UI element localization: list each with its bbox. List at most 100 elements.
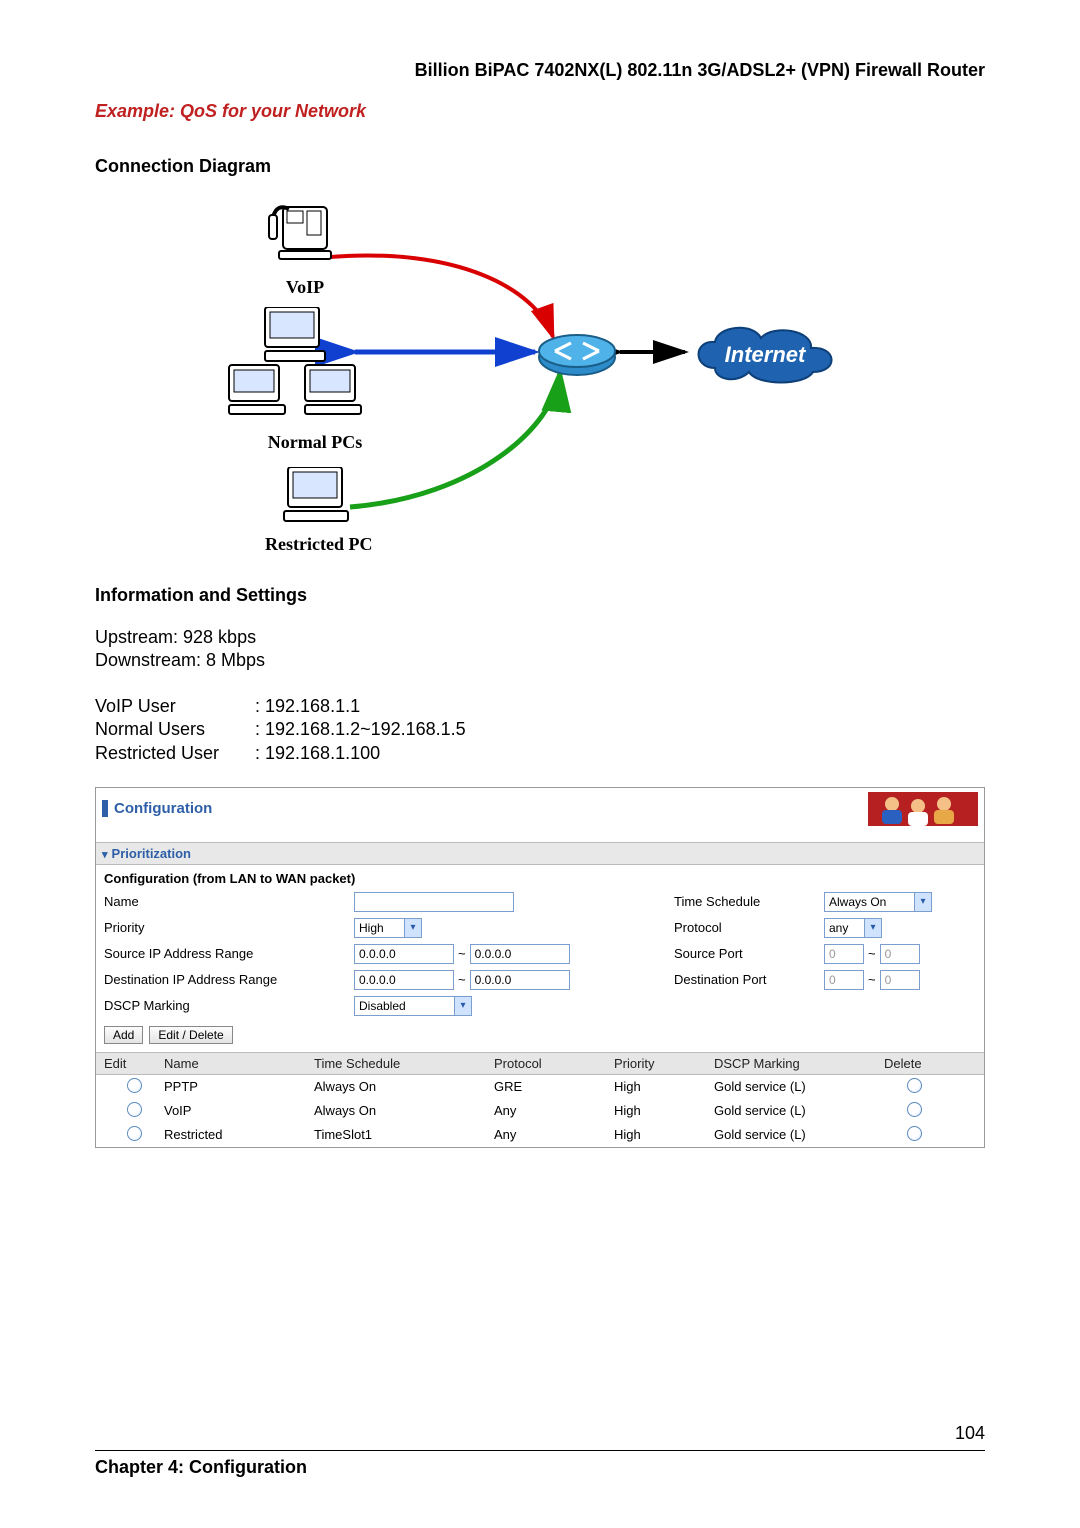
page-number: 104 (955, 1423, 985, 1444)
src-range-label: Source IP Address Range (104, 946, 354, 961)
protocol-label: Protocol (674, 920, 824, 935)
tilde-icon: ~ (458, 946, 466, 961)
connection-diagram-heading: Connection Diagram (95, 156, 985, 177)
col-dscp: DSCP Marking (714, 1056, 884, 1071)
voip-user-label: VoIP User (95, 695, 255, 718)
edit-delete-button[interactable]: Edit / Delete (149, 1026, 232, 1044)
edit-radio[interactable] (127, 1126, 142, 1141)
normal-users-value: : 192.168.1.2~192.168.1.5 (255, 718, 466, 741)
tilde-icon: ~ (458, 972, 466, 987)
src-ip-to-input[interactable] (470, 944, 570, 964)
form-title: Configuration (from LAN to WAN packet) (104, 871, 984, 886)
col-delete: Delete (884, 1056, 944, 1071)
cell-dscp: Gold service (L) (714, 1127, 884, 1142)
dst-port-label: Destination Port (674, 972, 824, 987)
chevron-down-icon[interactable]: ▾ (404, 918, 422, 938)
chapter-label: Chapter 4: Configuration (95, 1457, 307, 1478)
dscp-value[interactable] (354, 996, 454, 1016)
col-edit: Edit (104, 1056, 164, 1071)
dst-range-label: Destination IP Address Range (104, 972, 354, 987)
cell-protocol: Any (494, 1127, 614, 1142)
table-row: PPTP Always On GRE High Gold service (L) (96, 1075, 984, 1099)
cell-priority: High (614, 1103, 714, 1118)
cell-name: Restricted (164, 1127, 314, 1142)
priority-select[interactable]: ▾ (354, 918, 474, 938)
rules-header: Edit Name Time Schedule Protocol Priorit… (96, 1052, 984, 1075)
delete-radio[interactable] (907, 1126, 922, 1141)
voip-label: VoIP (265, 277, 345, 298)
dst-ip-to-input[interactable] (470, 970, 570, 990)
col-protocol: Protocol (494, 1056, 614, 1071)
src-port-from-input[interactable] (824, 944, 864, 964)
cell-name: VoIP (164, 1103, 314, 1118)
info-heading: Information and Settings (95, 585, 985, 606)
voip-device: VoIP (265, 197, 345, 298)
cell-dscp: Gold service (L) (714, 1079, 884, 1094)
normal-users-label: Normal Users (95, 718, 255, 741)
doc-header: Billion BiPAC 7402NX(L) 802.11n 3G/ADSL2… (95, 60, 985, 81)
info-users: VoIP User : 192.168.1.1 Normal Users : 1… (95, 695, 985, 765)
priority-value[interactable] (354, 918, 404, 938)
chevron-down-icon[interactable]: ▾ (454, 996, 472, 1016)
people-icon (868, 792, 978, 826)
edit-radio[interactable] (127, 1102, 142, 1117)
src-port-label: Source Port (674, 946, 824, 961)
priority-label: Priority (104, 920, 354, 935)
router-icon (535, 327, 619, 386)
time-schedule-label: Time Schedule (674, 894, 824, 909)
dscp-select[interactable]: ▾ (354, 996, 674, 1016)
protocol-select[interactable]: ▾ (824, 918, 984, 938)
col-time-schedule: Time Schedule (314, 1056, 494, 1071)
time-schedule-value[interactable] (824, 892, 914, 912)
dst-ip-from-input[interactable] (354, 970, 454, 990)
page-footer: Chapter 4: Configuration 104 (95, 1450, 985, 1478)
cell-time: TimeSlot1 (314, 1127, 494, 1142)
col-priority: Priority (614, 1056, 714, 1071)
add-button[interactable]: Add (104, 1026, 143, 1044)
chevron-down-icon[interactable]: ▾ (914, 892, 932, 912)
tilde-icon: ~ (868, 972, 876, 987)
connection-diagram: VoIP (95, 197, 985, 577)
cell-protocol: Any (494, 1103, 614, 1118)
cell-dscp: Gold service (L) (714, 1103, 884, 1118)
col-name: Name (164, 1056, 314, 1071)
configuration-title: Configuration (102, 800, 212, 817)
src-port-to-input[interactable] (880, 944, 920, 964)
cell-time: Always On (314, 1079, 494, 1094)
time-schedule-select[interactable]: ▾ (824, 892, 984, 912)
name-input[interactable] (354, 892, 514, 912)
dst-port-from-input[interactable] (824, 970, 864, 990)
delete-radio[interactable] (907, 1102, 922, 1117)
restricted-pc-device: Restricted PC (265, 467, 372, 555)
delete-radio[interactable] (907, 1078, 922, 1093)
prioritization-section[interactable]: Prioritization (96, 842, 984, 865)
edit-radio[interactable] (127, 1078, 142, 1093)
restricted-pc-label: Restricted PC (265, 534, 372, 555)
cell-name: PPTP (164, 1079, 314, 1094)
cell-protocol: GRE (494, 1079, 614, 1094)
src-ip-from-input[interactable] (354, 944, 454, 964)
downstream-text: Downstream: 8 Mbps (95, 649, 985, 672)
cell-time: Always On (314, 1103, 494, 1118)
restricted-user-label: Restricted User (95, 742, 255, 765)
tilde-icon: ~ (868, 946, 876, 961)
dst-port-to-input[interactable] (880, 970, 920, 990)
normal-pcs-label: Normal PCs (225, 432, 405, 453)
dscp-label: DSCP Marking (104, 998, 354, 1013)
example-title: Example: QoS for your Network (95, 101, 985, 122)
monitor-icon (225, 307, 405, 427)
internet-text: Internet (725, 342, 807, 367)
voip-user-value: : 192.168.1.1 (255, 695, 360, 718)
chevron-down-icon[interactable]: ▾ (864, 918, 882, 938)
table-row: VoIP Always On Any High Gold service (L) (96, 1099, 984, 1123)
cell-priority: High (614, 1079, 714, 1094)
protocol-value[interactable] (824, 918, 864, 938)
upstream-text: Upstream: 928 kbps (95, 626, 985, 649)
restricted-user-value: : 192.168.1.100 (255, 742, 380, 765)
configuration-panel: Configuration Prioritization Configurati… (95, 787, 985, 1148)
internet-badge: Internet (685, 322, 845, 395)
info-rates: Upstream: 928 kbps Downstream: 8 Mbps (95, 626, 985, 673)
normal-pcs-device: Normal PCs (225, 307, 405, 453)
table-row: Restricted TimeSlot1 Any High Gold servi… (96, 1123, 984, 1147)
phone-icon (265, 197, 345, 272)
